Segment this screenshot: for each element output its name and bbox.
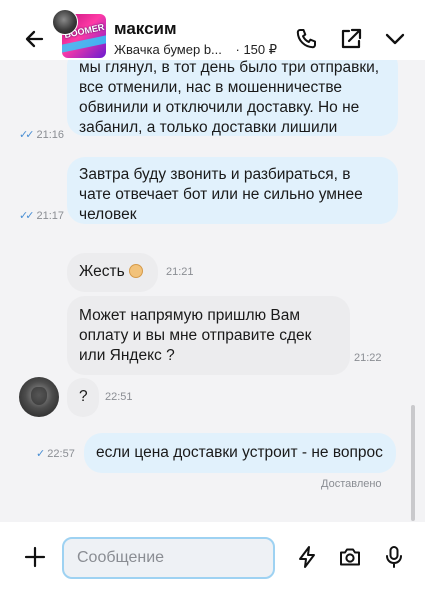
product-price: · 150 ₽	[235, 42, 278, 57]
message-line: Жесть	[79, 263, 125, 280]
lightning-icon[interactable]	[294, 544, 320, 570]
message-time-text: 22:57	[47, 448, 75, 460]
message-line: или Яндекс ?	[79, 347, 175, 364]
message-line: Завтра буду звонить и разбираться, в	[79, 166, 351, 183]
scrollbar[interactable]	[411, 405, 415, 521]
message-bubble[interactable]: Жесть	[67, 253, 158, 292]
camera-icon[interactable]	[337, 544, 363, 570]
message-bubble[interactable]: ?	[67, 378, 99, 417]
chevron-down-icon[interactable]	[382, 26, 408, 52]
message-time-text: 21:16	[36, 129, 65, 141]
plus-icon[interactable]	[22, 544, 48, 570]
composer	[0, 522, 425, 591]
back-arrow-icon[interactable]	[22, 26, 48, 52]
phone-icon[interactable]	[293, 26, 319, 52]
product-info[interactable]: Жвачка бумер b... · 150 ₽	[114, 42, 277, 58]
message-line: оплату и вы мне отправите сдек	[79, 327, 312, 344]
delivery-status: Доставлено	[321, 478, 382, 490]
message-line: человек	[79, 206, 137, 223]
message-line: чате отвечает бот или не сильно умнее	[79, 186, 363, 203]
chat-title[interactable]: максим	[114, 19, 177, 39]
microphone-icon[interactable]	[381, 544, 407, 570]
message-bubble[interactable]: мы глянул, в тот день было три отправки,…	[67, 60, 398, 136]
seller-avatar[interactable]	[52, 9, 78, 35]
message-bubble[interactable]: Может напрямую пришлю Вам оплату и вы мн…	[67, 296, 382, 375]
message-time: ✓ 22:57	[36, 447, 75, 460]
message-time: ✓✓ 21:16	[19, 128, 64, 141]
message-line: забанил, а только доставки лишили	[79, 119, 338, 136]
message-time: 21:21	[166, 266, 194, 278]
message-input[interactable]	[62, 537, 275, 579]
seller-avatar[interactable]	[19, 377, 59, 417]
message-time: 22:51	[105, 391, 133, 403]
single-check-icon: ✓	[36, 448, 45, 460]
message-time-text: 21:17	[36, 210, 65, 222]
open-external-icon[interactable]	[338, 26, 364, 52]
double-check-icon: ✓✓	[19, 129, 35, 141]
smiling-face-emoji-icon	[128, 264, 143, 278]
message-list[interactable]: мы глянул, в тот день было три отправки,…	[0, 60, 425, 522]
message-line: ?	[79, 388, 88, 405]
message-line: если цена доставки устроит - не вопрос	[96, 444, 383, 461]
message-bubble[interactable]: Завтра буду звонить и разбираться, в чат…	[67, 157, 398, 224]
double-check-icon: ✓✓	[19, 210, 35, 222]
message-bubble[interactable]: если цена доставки устроит - не вопрос	[84, 433, 396, 473]
product-title: Жвачка бумер b...	[114, 42, 222, 57]
message-line: мы глянул, в тот день было три отправки,	[79, 60, 380, 76]
message-time: ✓✓ 21:17	[19, 209, 64, 222]
message-line: Может напрямую пришлю Вам	[79, 307, 301, 324]
message-time: 21:22	[354, 352, 382, 364]
message-line: обвинили и отключили доставку. Но не	[79, 99, 360, 116]
message-line: все отменили, нас в мошенничестве	[79, 79, 343, 96]
